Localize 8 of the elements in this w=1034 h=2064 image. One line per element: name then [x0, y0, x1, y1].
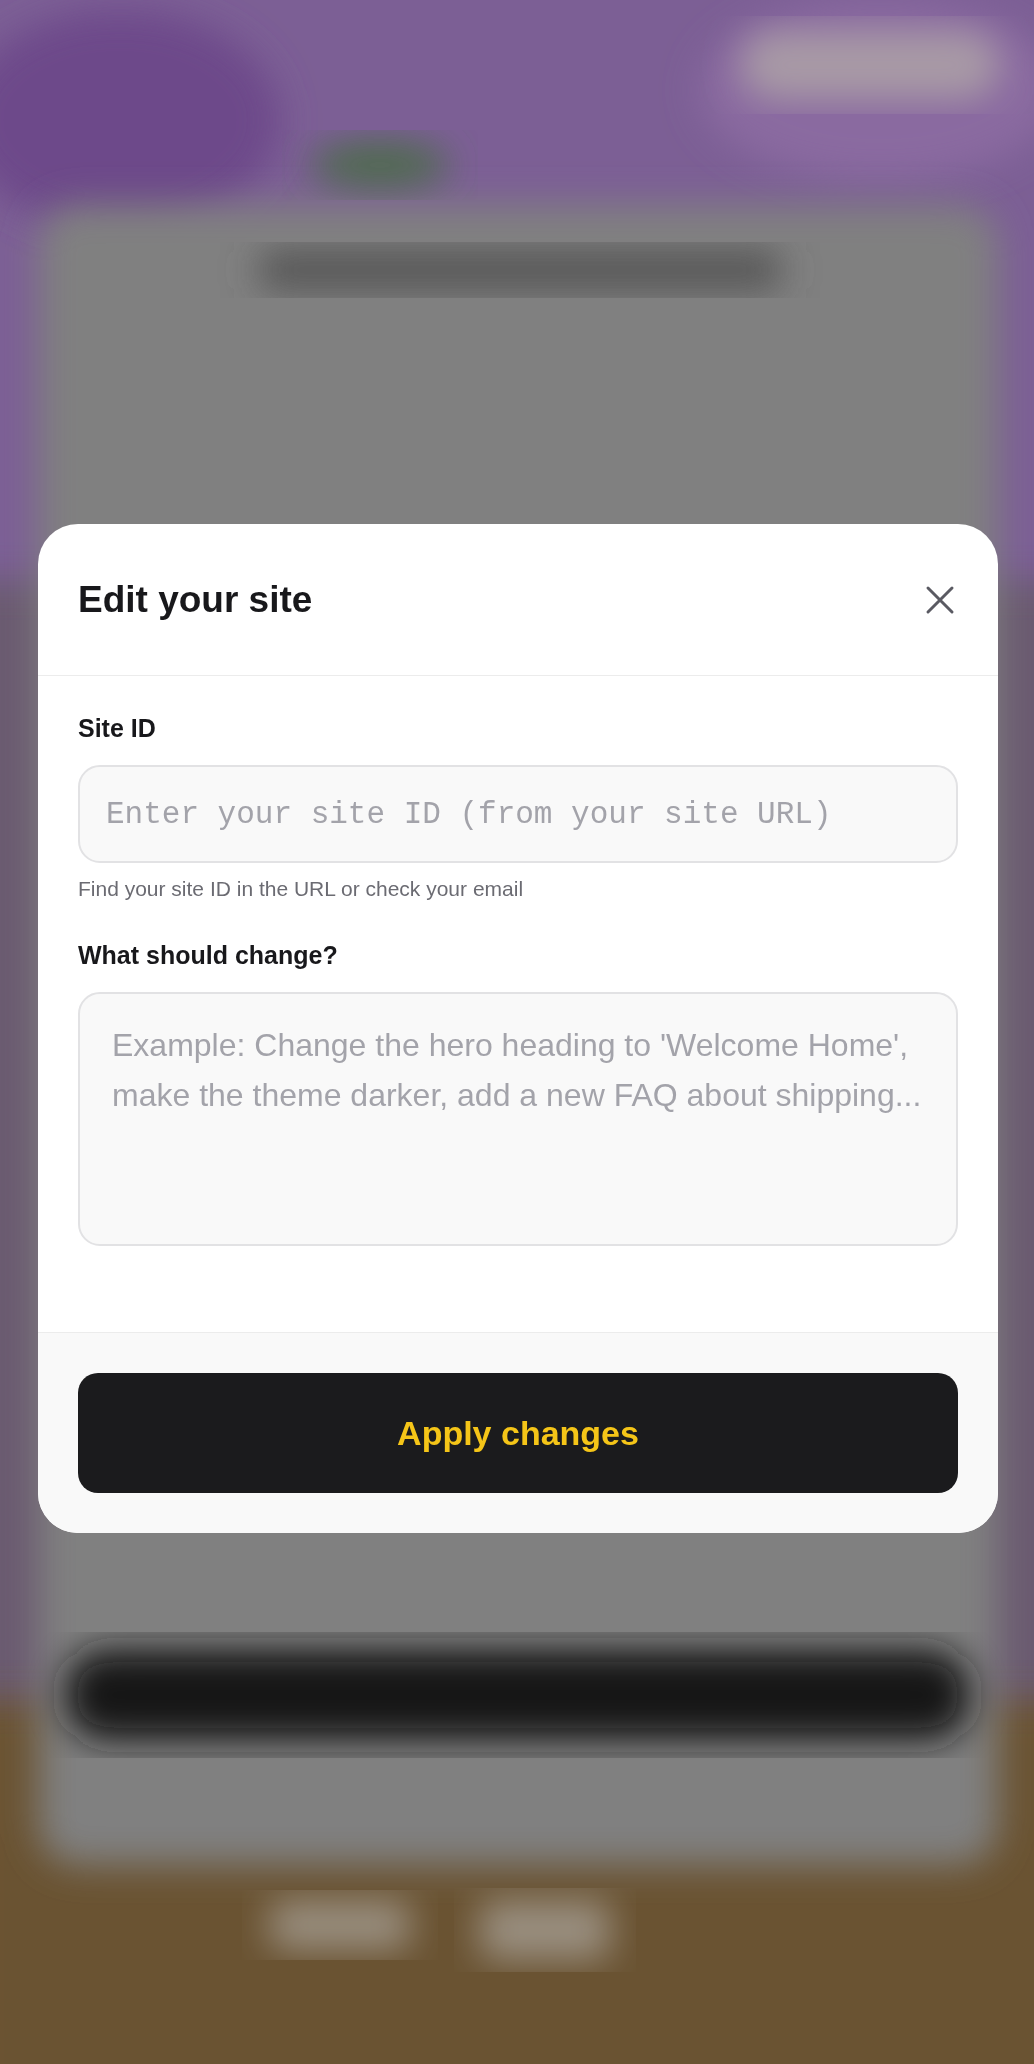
field-hint: Find your site ID in the URL or check your email [78, 877, 525, 901]
site-id-field[interactable]: Enter your site ID (from your site URL) [78, 765, 958, 863]
change-request-field[interactable]: Example: Change the hero heading to 'Welcome Home', make the theme darker, add a new FAQ about shipping... [78, 992, 958, 1246]
field-label: Site ID [78, 714, 157, 743]
field-label: What should change? [78, 941, 339, 970]
apply-changes-button[interactable]: Apply changes [78, 1373, 958, 1493]
close-icon [925, 584, 955, 615]
dialog-title: Edit your site [78, 578, 313, 621]
